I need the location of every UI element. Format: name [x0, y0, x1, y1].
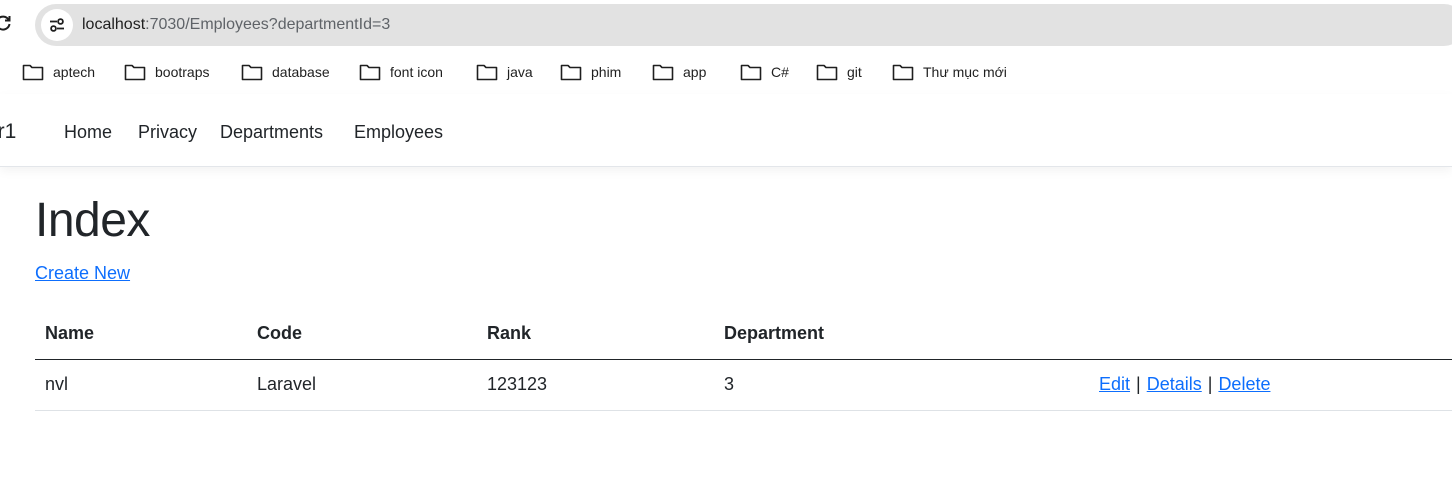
folder-icon — [560, 64, 582, 81]
bookmark-phim[interactable]: phim — [560, 62, 621, 82]
cell-actions: Edit | Details | Delete — [1089, 359, 1452, 411]
url-path: :7030/Employees?departmentId=3 — [145, 16, 391, 33]
bookmark-label: phim — [591, 64, 622, 80]
folder-icon — [359, 64, 381, 81]
action-separator: | — [1207, 374, 1213, 394]
bookmark-label: git — [847, 64, 862, 80]
bookmark-label: java — [507, 64, 533, 80]
folder-icon — [241, 64, 263, 81]
folder-icon — [22, 64, 44, 81]
header-code: Code — [247, 308, 477, 360]
nav-link-home[interactable]: Home — [64, 122, 112, 143]
bookmark-label: aptech — [53, 64, 96, 80]
header-actions — [1089, 308, 1452, 360]
reload-icon[interactable] — [0, 14, 12, 32]
bookmark-font-icon[interactable]: font icon — [359, 62, 443, 82]
cell-name: nvl — [35, 359, 247, 411]
bookmark-csharp[interactable]: C# — [740, 62, 789, 82]
table-row: nvl Laravel 123123 3 Edit | Details | Delete — [35, 359, 1452, 411]
header-name: Name — [35, 308, 247, 360]
url-host: localhost — [82, 16, 146, 33]
bookmark-app[interactable]: app — [652, 62, 706, 82]
folder-icon — [740, 64, 762, 81]
bookmark-thu-muc-moi[interactable]: Thư mục mới — [892, 62, 1007, 82]
bookmark-java[interactable]: java — [476, 62, 533, 82]
header-rank: Rank — [477, 308, 714, 360]
nav-link-privacy[interactable]: Privacy — [138, 122, 197, 143]
create-new-link[interactable]: Create New — [35, 263, 130, 284]
cell-code: Laravel — [247, 359, 477, 411]
folder-icon — [476, 64, 498, 81]
table-header-row: Name Code Rank Department — [35, 308, 1452, 360]
nav-link-employees[interactable]: Employees — [354, 122, 443, 143]
bookmark-git[interactable]: git — [816, 62, 862, 82]
bookmark-bootraps[interactable]: bootraps — [124, 62, 209, 82]
folder-icon — [124, 64, 146, 81]
folder-icon — [816, 64, 838, 81]
bookmark-database[interactable]: database — [241, 62, 330, 82]
action-separator: | — [1136, 374, 1141, 394]
edit-link[interactable]: Edit — [1099, 374, 1130, 394]
nav-link-departments[interactable]: Departments — [220, 122, 323, 143]
bookmark-label: database — [272, 64, 330, 80]
employees-table-container: Name Code Rank Department nvl Laravel 12… — [35, 308, 1452, 411]
address-bar[interactable]: localhost:7030/Employees?departmentId=3 — [35, 4, 1452, 46]
bookmark-label: app — [683, 64, 707, 80]
header-department: Department — [714, 308, 1089, 360]
browser-toolbar: localhost:7030/Employees?departmentId=3 — [0, 0, 1452, 50]
navbar-brand[interactable]: er1 — [0, 120, 16, 144]
delete-link[interactable]: Delete — [1218, 374, 1270, 394]
app-navbar: er1 Home Privacy Departments Employees — [0, 94, 1452, 167]
bookmark-label: font icon — [390, 64, 443, 80]
bookmarks-bar: aptech bootraps database font icon java … — [0, 50, 1452, 94]
cell-rank: 123123 — [477, 359, 714, 411]
cell-department: 3 — [714, 359, 1089, 411]
folder-icon — [652, 64, 674, 81]
bookmark-label: C# — [771, 64, 789, 80]
url-text[interactable]: localhost:7030/Employees?departmentId=3 — [82, 16, 390, 34]
bookmark-label: Thư mục mới — [923, 64, 1007, 80]
bookmark-label: bootraps — [155, 64, 210, 80]
bookmark-aptech[interactable]: aptech — [22, 62, 95, 82]
site-info-icon[interactable] — [41, 9, 73, 41]
employees-table: Name Code Rank Department nvl Laravel 12… — [35, 308, 1452, 411]
folder-icon — [892, 64, 914, 81]
details-link[interactable]: Details — [1147, 374, 1202, 394]
page-title: Index — [35, 194, 150, 247]
